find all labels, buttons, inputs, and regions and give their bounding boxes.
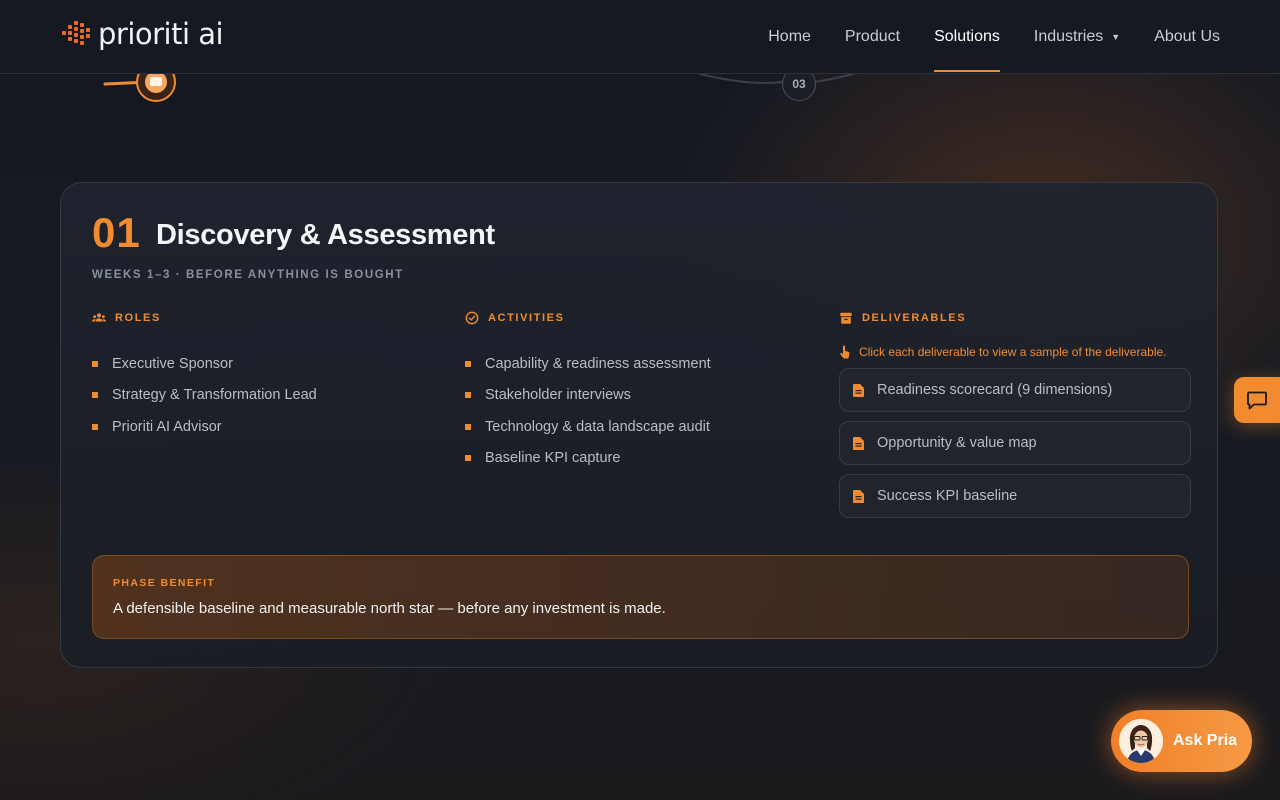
- chat-tab-button[interactable]: [1234, 377, 1280, 423]
- nav-home[interactable]: Home: [768, 0, 811, 73]
- list-item: Technology & data landscape audit: [465, 411, 805, 443]
- nav-about-us[interactable]: About Us: [1154, 0, 1220, 73]
- site-header: prioriti ai Home Product Solutions Indus…: [0, 0, 1280, 74]
- hint-text: Click each deliverable to view a sample …: [859, 345, 1167, 359]
- phase-card: 01 Discovery & Assessment WEEKS 1–3 · BE…: [60, 182, 1218, 668]
- deliverables-hint: Click each deliverable to view a sample …: [839, 345, 1191, 359]
- bullet-icon: [92, 360, 98, 367]
- check-circle-icon: [465, 311, 479, 325]
- deliverables-column: DELIVERABLES Click each deliverable to v…: [839, 310, 1191, 518]
- ask-pria-label: Ask Pria: [1173, 732, 1238, 749]
- nav-product[interactable]: Product: [845, 0, 900, 73]
- list-item: Capability & readiness assessment: [465, 348, 805, 380]
- deliverable-label: Success KPI baseline: [877, 488, 1018, 504]
- list-item: Stakeholder interviews: [465, 380, 805, 412]
- users-icon: [92, 313, 106, 322]
- archive-box-icon: [840, 312, 852, 324]
- roles-header: ROLES: [92, 310, 432, 326]
- nav-industries-label: Industries: [1033, 27, 1104, 45]
- phase-subtitle: WEEKS 1–3 · BEFORE ANYTHING IS BOUGHT: [92, 269, 404, 281]
- activities-column: ACTIVITIES Capability & readiness assess…: [465, 310, 805, 474]
- document-icon: [853, 489, 864, 503]
- ask-pria-button[interactable]: Ask Pria: [1111, 710, 1252, 772]
- document-icon: [853, 383, 864, 397]
- phase-benefit-text: A defensible baseline and measurable nor…: [113, 600, 666, 617]
- bullet-icon: [92, 423, 98, 430]
- assistant-avatar-icon: [1119, 719, 1163, 763]
- brand-logo[interactable]: prioriti ai: [60, 17, 224, 51]
- bullet-icon: [465, 360, 471, 367]
- role-text: Executive Sponsor: [112, 355, 233, 372]
- deliverable-button[interactable]: Opportunity & value map: [839, 421, 1191, 465]
- phase-title: Discovery & Assessment: [156, 219, 495, 251]
- document-icon: [853, 436, 864, 450]
- activities-header: ACTIVITIES: [465, 310, 805, 326]
- step-marker-label: 03: [792, 77, 806, 91]
- bullet-icon: [465, 423, 471, 430]
- logo-mark-icon: [62, 21, 90, 45]
- role-text: Strategy & Transformation Lead: [112, 387, 317, 404]
- chat-icon: [1247, 391, 1267, 410]
- activities-list: Capability & readiness assessment Stakeh…: [465, 348, 805, 474]
- deliverables-header: DELIVERABLES: [839, 310, 1191, 326]
- list-item: Executive Sponsor: [92, 348, 432, 380]
- phase-benefit-label: PHASE BENEFIT: [113, 577, 216, 589]
- list-item: Prioriti AI Advisor: [92, 411, 432, 443]
- list-item: Baseline KPI capture: [465, 443, 805, 475]
- deliverable-label: Readiness scorecard (9 dimensions): [877, 382, 1113, 398]
- nav-industries[interactable]: Industries ▼: [1034, 0, 1120, 73]
- list-item: Strategy & Transformation Lead: [92, 380, 432, 412]
- activity-text: Baseline KPI capture: [485, 450, 621, 467]
- phase-benefit-box: PHASE BENEFIT A defensible baseline and …: [92, 555, 1189, 639]
- deliverable-button[interactable]: Success KPI baseline: [839, 474, 1191, 518]
- caret-down-icon: ▼: [1111, 31, 1121, 42]
- bullet-icon: [465, 392, 471, 399]
- roles-column: ROLES Executive Sponsor Strategy & Trans…: [92, 310, 432, 443]
- bullet-icon: [465, 455, 471, 462]
- nav-product-label: Product: [844, 27, 901, 45]
- deliverable-label: Opportunity & value map: [877, 435, 1037, 451]
- activity-text: Capability & readiness assessment: [485, 355, 711, 372]
- nav-solutions[interactable]: Solutions: [934, 0, 1000, 73]
- nav-solutions-label: Solutions: [934, 27, 1000, 45]
- brand-name: prioriti ai: [98, 17, 224, 51]
- roles-list: Executive Sponsor Strategy & Transformat…: [92, 348, 432, 443]
- bullet-icon: [92, 392, 98, 399]
- pointer-hand-icon: [840, 345, 850, 359]
- nav-about-us-label: About Us: [1154, 27, 1220, 45]
- role-text: Prioriti AI Advisor: [112, 418, 222, 435]
- deliverable-button[interactable]: Readiness scorecard (9 dimensions): [839, 368, 1191, 412]
- activities-label: ACTIVITIES: [488, 312, 565, 324]
- deliverables-label: DELIVERABLES: [862, 312, 967, 324]
- avatar: [1119, 719, 1163, 763]
- roles-label: ROLES: [115, 312, 161, 324]
- activity-text: Technology & data landscape audit: [485, 418, 710, 435]
- main-nav: Home Product Solutions Industries ▼ About…: [734, 0, 1220, 73]
- nav-home-label: Home: [768, 27, 811, 45]
- phase-number: 01: [92, 209, 141, 256]
- activity-text: Stakeholder interviews: [485, 387, 631, 404]
